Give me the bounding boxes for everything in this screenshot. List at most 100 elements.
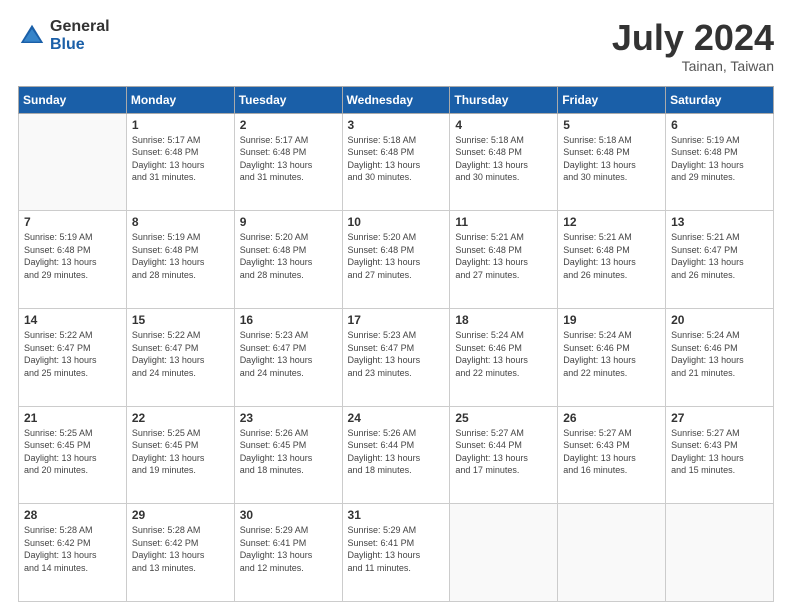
calendar-week-4: 21Sunrise: 5:25 AM Sunset: 6:45 PM Dayli… (19, 406, 774, 504)
day-number: 20 (671, 313, 768, 327)
day-header-wednesday: Wednesday (342, 86, 450, 113)
calendar-cell: 7 Sunrise: 5:19 AM Sunset: 6:48 PM Daylig… (19, 211, 127, 309)
day-info: Sunrise: 5:27 AM Sunset: 6:44 PM Dayligh… (455, 427, 552, 477)
calendar-week-3: 14 Sunrise: 5:22 AM Sunset: 6:47 PM Dayli… (19, 308, 774, 406)
calendar-cell (666, 504, 774, 602)
day-number: 30 (240, 508, 337, 522)
day-info: Sunrise: 5:25 AM Sunset: 6:45 PM Dayligh… (24, 427, 121, 477)
day-header-saturday: Saturday (666, 86, 774, 113)
day-info: Sunrise: 5:24 AM Sunset: 6:46 PM Dayligh… (563, 329, 660, 379)
day-number: 29 (132, 508, 229, 522)
page: General Blue July 2024 Tainan, Taiwan Su… (0, 0, 792, 612)
day-number: 15 (132, 313, 229, 327)
calendar-table: SundayMondayTuesdayWednesdayThursdayFrid… (18, 86, 774, 602)
day-number: 14 (24, 313, 121, 327)
logo-icon (18, 22, 46, 50)
day-header-sunday: Sunday (19, 86, 127, 113)
day-number: 10 (348, 215, 445, 229)
day-number: 4 (455, 118, 552, 132)
calendar-cell: 14 Sunrise: 5:22 AM Sunset: 6:47 PM Dayli… (19, 308, 127, 406)
day-number: 2 (240, 118, 337, 132)
calendar-cell: 5 Sunrise: 5:18 AM Sunset: 6:48 PM Daylig… (558, 113, 666, 211)
day-number: 1 (132, 118, 229, 132)
calendar-cell: 9Sunrise: 5:20 AM Sunset: 6:48 PM Daylig… (234, 211, 342, 309)
calendar-cell: 16 Sunrise: 5:23 AM Sunset: 6:47 PM Dayli… (234, 308, 342, 406)
day-info: Sunrise: 5:17 AM Sunset: 6:48 PM Dayligh… (240, 134, 337, 184)
day-info: Sunrise: 5:22 AM Sunset: 6:47 PM Dayligh… (132, 329, 229, 379)
day-info: Sunrise: 5:21 AM Sunset: 6:48 PM Dayligh… (455, 231, 552, 281)
calendar-cell: 18 Sunrise: 5:24 AM Sunset: 6:46 PM Dayli… (450, 308, 558, 406)
day-info: Sunrise: 5:27 AM Sunset: 6:43 PM Dayligh… (563, 427, 660, 477)
day-info: Sunrise: 5:23 AM Sunset: 6:47 PM Dayligh… (348, 329, 445, 379)
day-info: Sunrise: 5:19 AM Sunset: 6:48 PM Dayligh… (24, 231, 121, 281)
day-number: 16 (240, 313, 337, 327)
day-header-friday: Friday (558, 86, 666, 113)
day-info: Sunrise: 5:19 AM Sunset: 6:48 PM Dayligh… (132, 231, 229, 281)
day-number: 18 (455, 313, 552, 327)
calendar-cell: 23Sunrise: 5:26 AM Sunset: 6:45 PM Dayli… (234, 406, 342, 504)
header: General Blue July 2024 Tainan, Taiwan (18, 18, 774, 74)
calendar-cell: 28 Sunrise: 5:28 AM Sunset: 6:42 PM Dayli… (19, 504, 127, 602)
calendar-cell: 25 Sunrise: 5:27 AM Sunset: 6:44 PM Dayli… (450, 406, 558, 504)
calendar-cell: 19 Sunrise: 5:24 AM Sunset: 6:46 PM Dayli… (558, 308, 666, 406)
location-subtitle: Tainan, Taiwan (612, 58, 774, 74)
day-info: Sunrise: 5:29 AM Sunset: 6:41 PM Dayligh… (348, 524, 445, 574)
day-info: Sunrise: 5:25 AM Sunset: 6:45 PM Dayligh… (132, 427, 229, 477)
day-info: Sunrise: 5:18 AM Sunset: 6:48 PM Dayligh… (563, 134, 660, 184)
day-number: 5 (563, 118, 660, 132)
calendar-cell: 26 Sunrise: 5:27 AM Sunset: 6:43 PM Dayli… (558, 406, 666, 504)
calendar-cell: 31 Sunrise: 5:29 AM Sunset: 6:41 PM Dayli… (342, 504, 450, 602)
calendar-cell (450, 504, 558, 602)
day-info: Sunrise: 5:18 AM Sunset: 6:48 PM Dayligh… (455, 134, 552, 184)
day-number: 13 (671, 215, 768, 229)
day-number: 11 (455, 215, 552, 229)
calendar-cell: 24Sunrise: 5:26 AM Sunset: 6:44 PM Dayli… (342, 406, 450, 504)
calendar-cell (19, 113, 127, 211)
day-info: Sunrise: 5:26 AM Sunset: 6:44 PM Dayligh… (348, 427, 445, 477)
calendar-cell: 30Sunrise: 5:29 AM Sunset: 6:41 PM Dayli… (234, 504, 342, 602)
day-header-monday: Monday (126, 86, 234, 113)
calendar-week-5: 28 Sunrise: 5:28 AM Sunset: 6:42 PM Dayli… (19, 504, 774, 602)
day-number: 19 (563, 313, 660, 327)
calendar-cell: 6Sunrise: 5:19 AM Sunset: 6:48 PM Daylig… (666, 113, 774, 211)
day-info: Sunrise: 5:28 AM Sunset: 6:42 PM Dayligh… (132, 524, 229, 574)
calendar-cell: 22Sunrise: 5:25 AM Sunset: 6:45 PM Dayli… (126, 406, 234, 504)
calendar-cell: 15 Sunrise: 5:22 AM Sunset: 6:47 PM Dayli… (126, 308, 234, 406)
calendar-week-1: 1 Sunrise: 5:17 AM Sunset: 6:48 PM Daylig… (19, 113, 774, 211)
day-info: Sunrise: 5:28 AM Sunset: 6:42 PM Dayligh… (24, 524, 121, 574)
day-info: Sunrise: 5:23 AM Sunset: 6:47 PM Dayligh… (240, 329, 337, 379)
calendar-header-row: SundayMondayTuesdayWednesdayThursdayFrid… (19, 86, 774, 113)
day-number: 7 (24, 215, 121, 229)
day-info: Sunrise: 5:21 AM Sunset: 6:47 PM Dayligh… (671, 231, 768, 281)
logo-general: General (50, 18, 110, 36)
calendar-cell: 21Sunrise: 5:25 AM Sunset: 6:45 PM Dayli… (19, 406, 127, 504)
day-info: Sunrise: 5:26 AM Sunset: 6:45 PM Dayligh… (240, 427, 337, 477)
calendar-cell: 1 Sunrise: 5:17 AM Sunset: 6:48 PM Daylig… (126, 113, 234, 211)
day-info: Sunrise: 5:20 AM Sunset: 6:48 PM Dayligh… (348, 231, 445, 281)
calendar-cell: 3Sunrise: 5:18 AM Sunset: 6:48 PM Daylig… (342, 113, 450, 211)
day-info: Sunrise: 5:17 AM Sunset: 6:48 PM Dayligh… (132, 134, 229, 184)
day-info: Sunrise: 5:21 AM Sunset: 6:48 PM Dayligh… (563, 231, 660, 281)
calendar-week-2: 7 Sunrise: 5:19 AM Sunset: 6:48 PM Daylig… (19, 211, 774, 309)
day-info: Sunrise: 5:27 AM Sunset: 6:43 PM Dayligh… (671, 427, 768, 477)
day-number: 12 (563, 215, 660, 229)
day-number: 9 (240, 215, 337, 229)
day-number: 28 (24, 508, 121, 522)
day-number: 27 (671, 411, 768, 425)
day-number: 26 (563, 411, 660, 425)
day-number: 17 (348, 313, 445, 327)
calendar-cell: 29 Sunrise: 5:28 AM Sunset: 6:42 PM Dayli… (126, 504, 234, 602)
calendar-cell (558, 504, 666, 602)
day-info: Sunrise: 5:24 AM Sunset: 6:46 PM Dayligh… (455, 329, 552, 379)
calendar-cell: 8Sunrise: 5:19 AM Sunset: 6:48 PM Daylig… (126, 211, 234, 309)
calendar-cell: 17 Sunrise: 5:23 AM Sunset: 6:47 PM Dayli… (342, 308, 450, 406)
calendar-cell: 27 Sunrise: 5:27 AM Sunset: 6:43 PM Dayli… (666, 406, 774, 504)
calendar-cell: 11 Sunrise: 5:21 AM Sunset: 6:48 PM Dayli… (450, 211, 558, 309)
day-header-tuesday: Tuesday (234, 86, 342, 113)
logo: General Blue (18, 18, 110, 53)
logo-text: General Blue (50, 18, 110, 53)
day-info: Sunrise: 5:22 AM Sunset: 6:47 PM Dayligh… (24, 329, 121, 379)
day-number: 25 (455, 411, 552, 425)
day-number: 31 (348, 508, 445, 522)
calendar-cell: 13 Sunrise: 5:21 AM Sunset: 6:47 PM Dayli… (666, 211, 774, 309)
